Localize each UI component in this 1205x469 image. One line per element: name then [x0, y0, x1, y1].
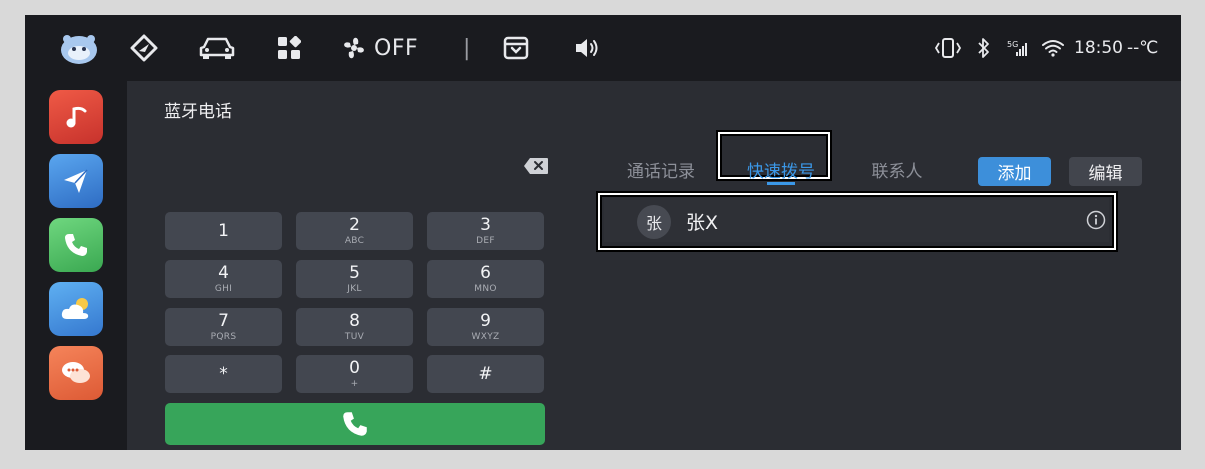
tab-contacts[interactable]: 联系人 [857, 141, 937, 197]
dock-navigation-app[interactable] [49, 154, 103, 208]
tab-speed-dial[interactable]: 快速拨号 [735, 141, 827, 197]
edit-button[interactable]: 编辑 [1069, 157, 1142, 186]
volume-icon[interactable] [573, 15, 601, 81]
car-screen: OFF | 5G 18:50 --℃ 蓝牙电话 1 2 ABC 3 DEF 4 … [25, 15, 1181, 450]
key-2[interactable]: 2 ABC [296, 212, 413, 250]
key-9[interactable]: 9 WXYZ [427, 308, 544, 346]
key-6[interactable]: 6 MNO [427, 260, 544, 298]
car-icon[interactable] [198, 15, 236, 81]
call-button[interactable] [165, 403, 545, 445]
dock-weather-app[interactable] [49, 282, 103, 336]
phone-icon [65, 234, 87, 256]
dock-music-app[interactable] [49, 90, 103, 144]
info-icon[interactable] [1086, 210, 1106, 230]
key-1[interactable]: 1 [165, 212, 282, 250]
backspace-icon[interactable] [523, 157, 549, 175]
fan-status-label: OFF [374, 35, 419, 61]
list-item[interactable]: 张 张X [604, 198, 1109, 242]
apps-grid-icon[interactable] [277, 15, 301, 81]
media-box-icon[interactable] [503, 15, 529, 81]
key-4[interactable]: 4 GHI [165, 260, 282, 298]
tab-call-history[interactable]: 通话记录 [615, 141, 707, 197]
wifi-icon [1041, 15, 1065, 81]
key-8[interactable]: 8 TUV [296, 308, 413, 346]
dock-messages-app[interactable] [49, 346, 103, 400]
status-bar: OFF | 5G 18:50 --℃ [25, 15, 1181, 81]
dock-phone-app[interactable] [49, 218, 103, 272]
key-7[interactable]: 7 PQRS [165, 308, 282, 346]
signal-label: 5G [1007, 40, 1018, 49]
assistant-avatar-icon[interactable] [58, 15, 100, 81]
contact-name: 张X [686, 212, 719, 234]
avatar: 张 [637, 205, 671, 239]
phone-icon [343, 412, 367, 436]
navigation-icon[interactable] [130, 15, 158, 81]
fan-control[interactable]: OFF [340, 15, 418, 81]
key-5[interactable]: 5 JKL [296, 260, 413, 298]
bluetooth-phone-panel: 蓝牙电话 1 2 ABC 3 DEF 4 GHI 5 JKL 6 MNO 7 PQRS 8T… [127, 81, 1181, 450]
chat-bubbles-icon [62, 362, 90, 383]
bluetooth-icon [976, 15, 992, 81]
add-button[interactable]: 添加 [978, 157, 1051, 186]
page-title: 蓝牙电话 [164, 102, 232, 122]
key-0[interactable]: 0 + [296, 355, 413, 393]
key-star[interactable]: * [165, 355, 282, 393]
weather-cloud-icon [61, 298, 89, 319]
temperature: --℃ [1127, 38, 1159, 58]
fan-icon [344, 37, 364, 59]
key-3[interactable]: 3 DEF [427, 212, 544, 250]
clock: 18:50 [1074, 38, 1123, 58]
vibrate-icon [933, 15, 963, 81]
cellular-signal-icon: 5G [1007, 15, 1029, 81]
music-note-icon [66, 106, 87, 128]
key-hash[interactable]: # [427, 355, 544, 393]
active-tab-indicator [767, 182, 795, 185]
app-dock [25, 81, 127, 450]
statusbar-divider: | [463, 35, 471, 61]
paper-plane-icon [64, 169, 88, 193]
